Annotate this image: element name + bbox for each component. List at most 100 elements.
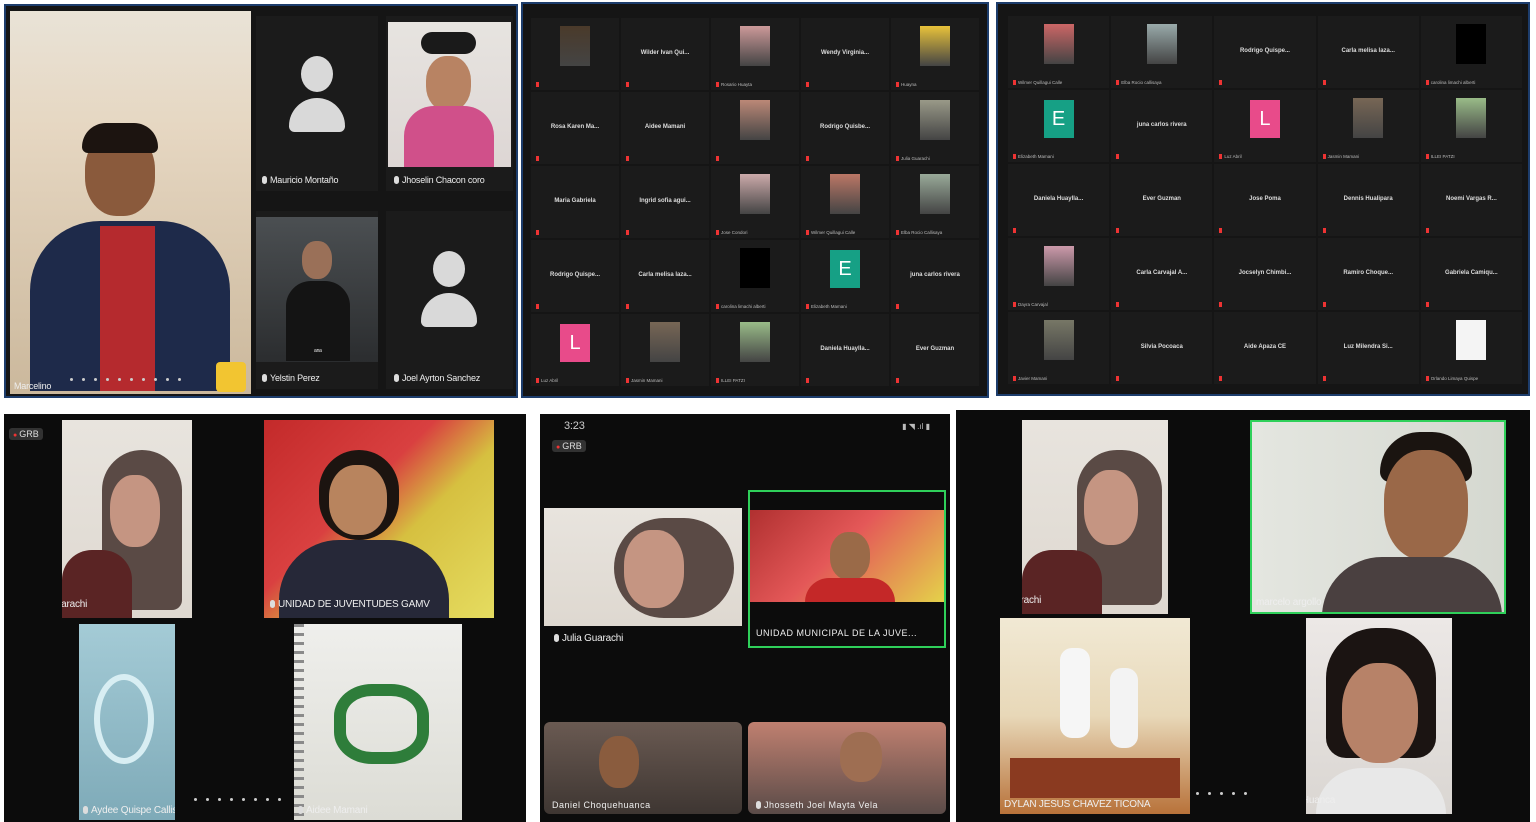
grid-participant-cell[interactable]: Jocselyn Chimbi... [1214,238,1316,310]
pagination-dots[interactable] [1196,792,1247,795]
grid-participant-cell[interactable]: Ever Guzman [1111,164,1213,236]
video-tile-jhosseth[interactable]: Jhosseth Joel Mayta Vela [748,722,946,814]
grid-participant-cell[interactable]: Dennis Hualipara [1317,164,1419,236]
grid-participant-cell[interactable]: Javier Mamani [1008,312,1110,384]
video-tile-yelstin[interactable]: ana Yelstin Perez [256,211,378,389]
grid-participant-cell[interactable]: Wilmer Quillagui Calle [801,166,889,238]
grid-participant-cell[interactable]: carolina limachi alberti [711,240,799,312]
grid-participant-cell[interactable]: Ramiro Choque... [1317,238,1419,310]
video-tile-dylan[interactable]: DYLAN JESUS CHAVEZ TICONA [1000,618,1190,814]
grid-participant-cell[interactable]: Elba Rocio Callisaya [891,166,979,238]
video-tile-unidad-juventudes[interactable]: UNIDAD DE JUVENTUDES GAMV [264,420,494,618]
participant-thumbnail [1043,24,1074,64]
video-tile-jhoselin[interactable]: Jhoselin Chacon coro [386,16,513,191]
grid-participant-cell[interactable]: L Luz Abril [531,314,619,386]
video-tile-marcelo[interactable]: marcelo argollo [1250,420,1506,614]
grid-participant-cell[interactable]: ILLEI PATZI [711,314,799,386]
video-tile-mauricio[interactable]: Mauricio Montaño [256,16,378,191]
grid-participant-cell[interactable]: Carla melisa laza... [1317,16,1419,88]
grid-participant-cell[interactable]: E Elizabeth Mamani [1008,90,1110,162]
grid-participant-cell[interactable]: Jasmin Mamani [1317,90,1419,162]
grid-participant-cell[interactable]: Dayra Carvajal [1008,238,1110,310]
participant-name: Julia Guarachi [62,599,88,610]
grid-participant-cell[interactable]: Daniela Huaylla... [1008,164,1110,236]
grid-participant-cell[interactable]: juna carlos rivera [891,240,979,312]
grid-participant-cell[interactable]: Carla Carvajal A... [1111,238,1213,310]
video-tile-joel[interactable]: Joel Ayrton Sanchez [386,211,513,389]
grid-participant-cell[interactable]: carolina limachi alberti [1420,16,1522,88]
grid-participant-cell[interactable]: Noemi Vargas R... [1420,164,1522,236]
muted-mic-icon [1219,376,1223,381]
grid-participant-cell[interactable]: Rodrigo Quispe... [1214,16,1316,88]
grid-participant-cell[interactable]: Wilmer Quillagui Calle [1008,16,1110,88]
grid-participant-cell[interactable]: Silvia Pocoaca [1111,312,1213,384]
participant-caption: Jose Condori [721,230,748,235]
grid-participant-cell[interactable]: Wilder Ivan Qui... [621,18,709,90]
participant-name: Ever Guzman [1142,196,1181,203]
grid-participant-cell[interactable]: Huayna [891,18,979,90]
muted-mic-icon [716,304,719,309]
grid-participant-cell[interactable]: Maria Gabriela [531,166,619,238]
video-tile-unidad-municipal[interactable]: UNIDAD MUNICIPAL DE LA JUVE... [748,490,946,648]
mic-icon [270,600,275,608]
video-tile-ada[interactable]: Ada Luz Huanca [1306,618,1452,814]
participant-name: Daniela Huaylla... [1033,196,1084,203]
muted-mic-icon [1219,302,1223,307]
grid-participant-cell[interactable]: Jose Poma [1214,164,1316,236]
grid-participant-cell[interactable]: Jose Condori [711,166,799,238]
grid-participant-cell[interactable]: E Elizabeth Mamani [801,240,889,312]
muted-mic-icon [716,378,719,383]
video-tile-daniel[interactable]: Daniel Choquehuanca [544,722,742,814]
muted-mic-icon [1425,376,1429,381]
video-tile-marcelino[interactable]: Marcelino [10,11,251,394]
grid-participant-cell[interactable]: Ever Guzman [891,314,979,386]
grid-participant-cell[interactable]: Rodrigo Quispe... [531,240,619,312]
participant-caption: carolina limachi alberti [721,304,766,309]
grid-participant-cell[interactable]: Carla melisa laza... [621,240,709,312]
grid-participant-cell[interactable]: Daniela Huaylla... [801,314,889,386]
pagination-dots[interactable] [70,378,181,381]
video-tile-julia[interactable]: Julia Guarachi [1022,420,1168,614]
grid-participant-cell[interactable]: Gabriela Camiqu... [1420,238,1522,310]
grid-participant-cell[interactable]: Elba Rocio callisaya [1111,16,1213,88]
grid-participant-cell[interactable]: juna carlos rivera [1111,90,1213,162]
participant-name: Ada Luz Huanca [1306,795,1336,806]
muted-mic-icon [896,304,899,309]
grid-participant-cell[interactable]: Aide Apaza CE [1214,312,1316,384]
muted-mic-icon [1425,80,1429,85]
grid-participant-cell[interactable]: Julia Guarachi [891,92,979,164]
video-tile-aydee[interactable]: Aydee Quispe Callisaya [79,624,175,820]
participant-caption: Luz Abril [541,378,559,383]
participant-name: Gabriela Camiqu... [1445,270,1498,277]
grid-participant-cell[interactable] [531,18,619,90]
participant-thumbnail [920,100,950,140]
grid-participant-cell[interactable]: L Luz Abril [1214,90,1316,162]
grid-participant-cell[interactable]: Rodrigo Quisbe... [801,92,889,164]
participant-caption: carolina limachi alberti [1430,80,1476,85]
participant-name-row: Julia Guarachi [554,633,623,644]
muted-mic-icon [536,304,539,309]
video-tile-julia[interactable]: Julia Guarachi [62,420,192,618]
participant-name: Ever Guzman [915,346,955,353]
grid-participant-cell[interactable]: Orlando Limaya Quispe [1420,312,1522,384]
grid-participant-cell[interactable]: ILLEI PATZI [1420,90,1522,162]
grid-participant-cell[interactable]: Luz Milendra Si... [1317,312,1419,384]
chef-figure [1060,648,1090,738]
pagination-dots[interactable] [194,798,281,801]
participant-thumbnail [1456,24,1487,64]
participant-scarf [404,106,494,167]
grid-participant-cell[interactable]: Jasmin Mamani [621,314,709,386]
grid-participant-cell[interactable]: Ingrid sofia agui... [621,166,709,238]
video-tile-julia[interactable]: Julia Guarachi [544,508,742,648]
grid-participant-cell[interactable]: Rosa Karen Ma... [531,92,619,164]
muted-mic-icon [536,378,539,383]
participant-face [302,241,332,279]
chef-figure [1110,668,1138,748]
grid-participant-cell[interactable]: Rosario Huayta [711,18,799,90]
video-tile-aidee[interactable]: Aidee Mamani [294,624,462,820]
grid-participant-cell[interactable]: Wendy Virginia... [801,18,889,90]
grid-participant-cell[interactable]: Aidee Mamani [621,92,709,164]
muted-mic-icon [1116,228,1120,233]
grid-participant-cell[interactable] [711,92,799,164]
screenshot-1-zoom-gallery: Marcelino Mauricio Montaño Jhoselin Chac… [4,4,518,398]
